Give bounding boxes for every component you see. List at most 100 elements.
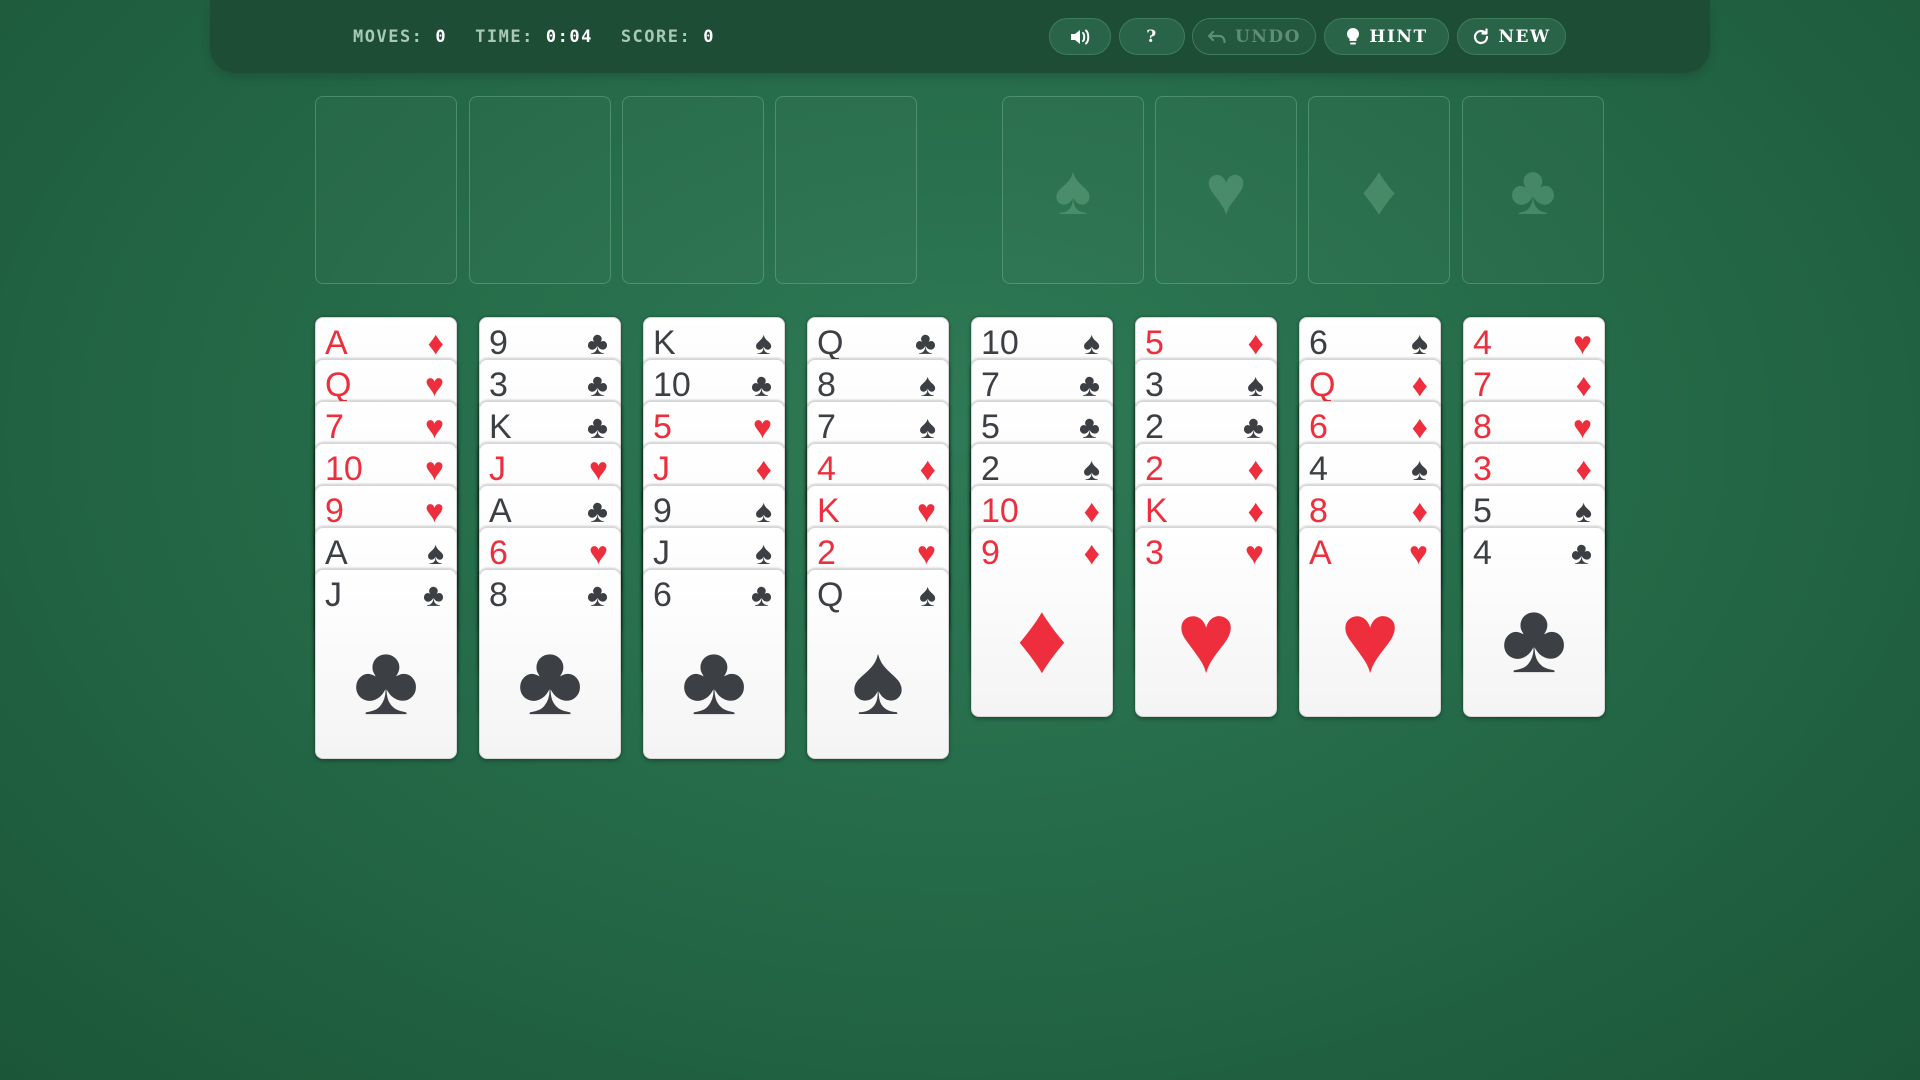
hearts-icon: ♥ [425,451,444,487]
card-rank: 5 [1145,324,1164,362]
diamonds-icon: ♦ [1361,151,1397,229]
card-rank: 2 [1145,408,1164,446]
card-rank: 10 [981,324,1019,362]
clubs-icon: ♣ [1571,535,1592,571]
card-q-of-spades[interactable]: Q ♠ ♠ [807,569,949,759]
free-cell-4[interactable] [775,96,917,284]
card-rank: 4 [817,450,836,488]
card-rank: 8 [489,576,508,614]
hearts-large-icon: ♥ [1176,582,1236,694]
spades-icon: ♠ [755,535,772,571]
time-value: 0:04 [545,27,593,47]
diamonds-icon: ♦ [755,451,772,487]
clubs-icon: ♣ [1510,151,1556,229]
card-9-of-diamonds[interactable]: 9 ♦ ♦ [971,527,1113,717]
card-3-of-hearts[interactable]: 3 ♥ ♥ [1135,527,1277,717]
free-cell-2[interactable] [469,96,611,284]
card-j-of-clubs[interactable]: J ♣ ♣ [315,569,457,759]
score-label: SCORE: [620,27,692,47]
spades-icon: ♠ [919,367,936,403]
spades-large-icon: ♠ [851,624,905,736]
undo-label: UNDO [1235,26,1301,47]
card-rank: Q [325,366,352,404]
hearts-icon: ♥ [425,409,444,445]
card-rank: 9 [653,492,672,530]
card-rank: 7 [981,366,1000,404]
free-cell-1[interactable] [315,96,457,284]
clubs-large-icon: ♣ [517,624,583,736]
card-rank: K [1145,492,1168,530]
hint-button[interactable]: HINT [1324,18,1449,55]
free-cell-3[interactable] [622,96,764,284]
card-rank: 7 [1473,366,1492,404]
card-rank: A [489,492,512,530]
spades-icon: ♠ [1054,151,1092,229]
hearts-large-icon: ♥ [1340,582,1400,694]
speaker-icon [1069,27,1091,47]
card-rank: 2 [817,534,836,572]
foundation-spades[interactable]: ♠ [1002,96,1144,284]
card-6-of-clubs[interactable]: 6 ♣ ♣ [643,569,785,759]
card-rank: Q [1309,366,1336,404]
card-rank: 8 [817,366,836,404]
spades-icon: ♠ [1083,325,1100,361]
hearts-icon: ♥ [1245,535,1264,571]
spades-icon: ♠ [1083,451,1100,487]
diamonds-icon: ♦ [1411,409,1428,445]
sound-button[interactable] [1049,18,1111,55]
card-rank: Q [817,576,844,614]
card-4-of-clubs[interactable]: 4 ♣ ♣ [1463,527,1605,717]
new-game-button[interactable]: NEW [1457,18,1566,55]
hearts-icon: ♥ [425,367,444,403]
card-rank: 8 [1309,492,1328,530]
hearts-icon: ♥ [917,535,936,571]
clubs-icon: ♣ [1243,409,1264,445]
card-rank: K [817,492,840,530]
card-rank: K [489,408,512,446]
card-rank: J [489,450,506,488]
undo-button[interactable]: UNDO [1192,18,1316,55]
spades-icon: ♠ [1411,451,1428,487]
moves-value: 0 [435,27,448,47]
clubs-icon: ♣ [751,577,772,613]
card-rank: 3 [1145,366,1164,404]
card-rank: 8 [1473,408,1492,446]
card-a-of-hearts[interactable]: A ♥ ♥ [1299,527,1441,717]
clubs-large-icon: ♣ [1501,582,1567,694]
diamonds-icon: ♦ [1575,451,1592,487]
diamonds-icon: ♦ [1411,367,1428,403]
help-button[interactable]: ? [1119,18,1185,55]
hearts-icon: ♥ [589,535,608,571]
card-rank: 10 [325,450,363,488]
time-stat: TIME: 0:04 [475,27,593,47]
hint-label: HINT [1369,26,1428,47]
foundation-hearts[interactable]: ♥ [1155,96,1297,284]
clubs-large-icon: ♣ [353,624,419,736]
card-8-of-clubs[interactable]: 8 ♣ ♣ [479,569,621,759]
card-rank: 2 [981,450,1000,488]
spades-icon: ♠ [919,409,936,445]
diamonds-icon: ♦ [1575,367,1592,403]
spades-icon: ♠ [755,325,772,361]
moves-stat: MOVES: 0 [353,27,447,47]
card-rank: 4 [1473,324,1492,362]
clubs-large-icon: ♣ [681,624,747,736]
hearts-icon: ♥ [1205,151,1247,229]
hearts-icon: ♥ [753,409,772,445]
undo-icon [1207,29,1227,45]
card-rank: 7 [325,408,344,446]
card-rank: 10 [981,492,1019,530]
diamonds-icon: ♦ [1247,325,1264,361]
hearts-icon: ♥ [917,493,936,529]
diamonds-icon: ♦ [1247,451,1264,487]
score-value: 0 [703,27,715,47]
diamonds-icon: ♦ [1083,535,1100,571]
clubs-icon: ♣ [751,367,772,403]
card-rank: 5 [653,408,672,446]
card-rank: 4 [1309,450,1328,488]
foundation-clubs[interactable]: ♣ [1462,96,1604,284]
hearts-icon: ♥ [1409,535,1428,571]
foundation-diamonds[interactable]: ♦ [1308,96,1450,284]
card-rank: 6 [653,576,672,614]
card-rank: 3 [1145,534,1164,572]
